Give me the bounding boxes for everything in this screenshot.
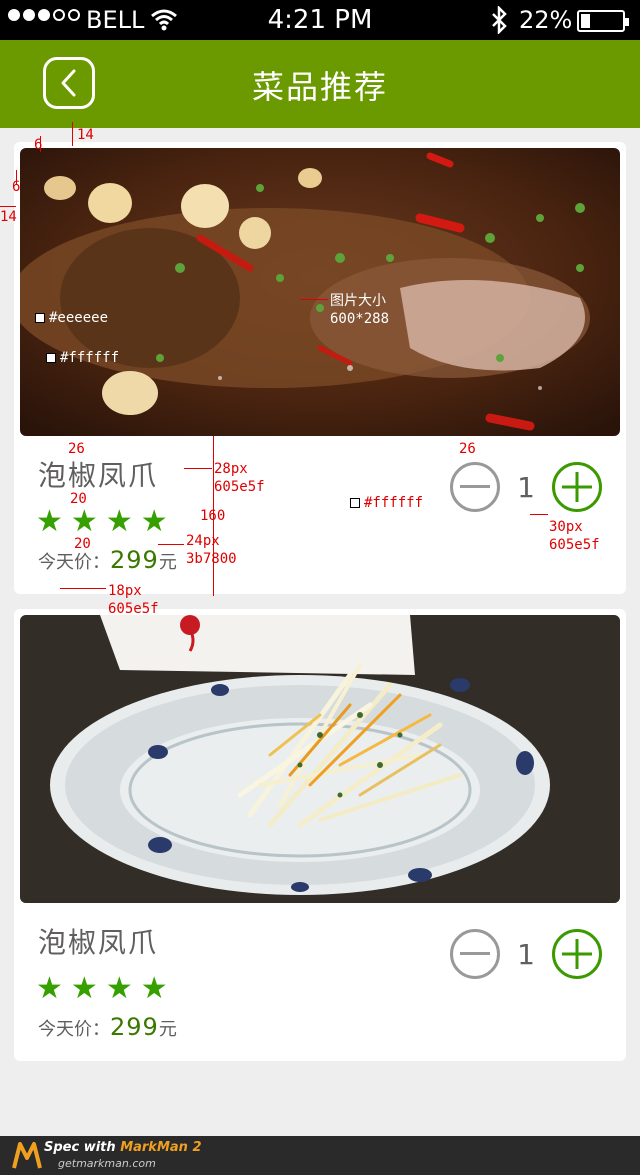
increase-button[interactable] bbox=[552, 462, 602, 512]
annotation-font: 30px 605e5f bbox=[549, 519, 600, 553]
annotation-spacing: 20 bbox=[74, 536, 91, 552]
shredded-salad-plate-photo bbox=[20, 615, 620, 903]
annotation-font: 24px 3b7800 bbox=[186, 533, 237, 567]
annotation-font: 28px 605e5f bbox=[214, 461, 265, 495]
star-icon: ★ bbox=[140, 504, 168, 539]
dish-card[interactable]: 泡椒凤爪 ★ ★ ★ ★ 今天价：299元 1 bbox=[14, 609, 626, 1061]
price-unit: 元 bbox=[158, 1019, 177, 1040]
dish-name: 泡椒凤爪 bbox=[38, 926, 159, 959]
dish-card[interactable]: 泡椒凤爪 ★ ★ ★ ★ 今天价：299元 1 bbox=[14, 142, 626, 594]
annotation-margin: 6 bbox=[34, 137, 43, 153]
page: BELL 4:21 PM 22% 菜品推荐 泡椒凤爪 ★ ★ ★ ★ 今天价：2… bbox=[0, 0, 640, 1175]
price-label: 今天价： bbox=[38, 1019, 110, 1040]
footer-site: getmarkman.com bbox=[58, 1157, 156, 1170]
star-icon: ★ bbox=[70, 971, 98, 1006]
status-bar: BELL 4:21 PM 22% bbox=[0, 0, 640, 40]
annotation-spacing: 26 bbox=[68, 441, 85, 457]
quantity-stepper: 1 bbox=[450, 462, 602, 512]
annotation-color: #ffffff bbox=[46, 350, 119, 366]
price-value: 299 bbox=[110, 1013, 159, 1041]
minus-icon bbox=[460, 952, 490, 955]
star-icon: ★ bbox=[36, 971, 63, 1006]
star-icon: ★ bbox=[36, 504, 63, 539]
star-icon: ★ bbox=[70, 504, 98, 539]
price-unit: 元 bbox=[158, 552, 177, 573]
annotation-height: 160 bbox=[200, 508, 226, 524]
decrease-button[interactable] bbox=[450, 462, 500, 512]
star-icon: ★ bbox=[105, 971, 133, 1006]
annotation-font: 18px 605e5f bbox=[108, 583, 159, 617]
plus-icon bbox=[562, 472, 592, 502]
nav-header: 菜品推荐 bbox=[0, 40, 640, 128]
dish-photo[interactable] bbox=[20, 615, 620, 903]
battery-percent: 22% bbox=[519, 6, 573, 34]
annotation-spacing: 26 bbox=[459, 441, 476, 457]
annotation-spacing: 20 bbox=[70, 491, 87, 507]
quantity-value: 1 bbox=[517, 470, 535, 504]
annotation-image-size: 图片大小 600*288 bbox=[330, 293, 390, 327]
rating-stars: ★ ★ ★ ★ bbox=[36, 971, 168, 1006]
annotation-margin: 6 bbox=[12, 179, 21, 195]
dish-name: 泡椒凤爪 bbox=[38, 459, 159, 492]
page-title: 菜品推荐 bbox=[251, 68, 388, 106]
plus-icon bbox=[562, 939, 592, 969]
annotation-margin: 14 bbox=[77, 127, 94, 143]
braised-fish-photo bbox=[20, 148, 620, 436]
footer-brand: Spec with MarkMan 2 bbox=[44, 1140, 202, 1155]
dish-photo[interactable] bbox=[20, 148, 620, 436]
star-icon: ★ bbox=[140, 971, 168, 1006]
minus-icon bbox=[460, 485, 490, 488]
price-line: 今天价：299元 bbox=[38, 1013, 177, 1041]
bluetooth-icon bbox=[492, 6, 507, 34]
annotation-color: #eeeeee bbox=[35, 310, 108, 326]
quantity-stepper: 1 bbox=[450, 929, 602, 979]
increase-button[interactable] bbox=[552, 929, 602, 979]
price-value: 299 bbox=[110, 546, 159, 574]
annotation-margin: 14 bbox=[0, 209, 17, 225]
annotation-color: #ffffff bbox=[350, 494, 423, 512]
quantity-value: 1 bbox=[517, 937, 535, 971]
price-line: 今天价：299元 bbox=[38, 546, 177, 574]
price-label: 今天价： bbox=[38, 552, 110, 573]
star-icon: ★ bbox=[105, 504, 133, 539]
decrease-button[interactable] bbox=[450, 929, 500, 979]
rating-stars: ★ ★ ★ ★ bbox=[36, 504, 168, 539]
battery-icon bbox=[577, 10, 629, 32]
markman-logo-icon bbox=[12, 1142, 42, 1169]
markman-footer: Spec with MarkMan 2 getmarkman.com bbox=[0, 1136, 640, 1175]
